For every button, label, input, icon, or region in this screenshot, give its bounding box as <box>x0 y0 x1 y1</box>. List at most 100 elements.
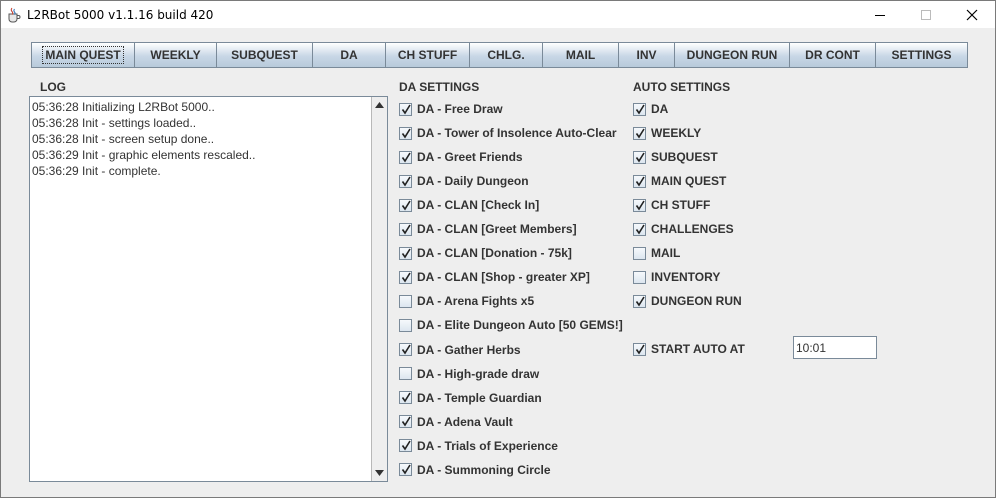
checkbox-box[interactable] <box>633 126 646 140</box>
tab-inv[interactable]: INV <box>619 43 675 67</box>
start-auto-time-input[interactable] <box>793 336 877 359</box>
da-setting-checkbox[interactable]: DA - CLAN [Donation - 75k] <box>399 245 572 261</box>
checkbox-box[interactable] <box>399 439 412 453</box>
da-setting-checkbox[interactable]: DA - CLAN [Shop - greater XP] <box>399 269 590 285</box>
da-setting-checkbox[interactable]: DA - Temple Guardian <box>399 390 542 406</box>
checkbox-box[interactable] <box>399 270 412 284</box>
checkbox-label: DA - Temple Guardian <box>417 390 542 405</box>
auto-setting-checkbox[interactable]: MAIN QUEST <box>633 173 726 189</box>
checkbox-label: DA - Arena Fights x5 <box>417 294 535 309</box>
checkbox-label: DA - Adena Vault <box>417 414 513 429</box>
auto-setting-checkbox[interactable]: MAIL <box>633 245 680 261</box>
checkbox-label: CH STUFF <box>651 198 711 212</box>
checkmark-icon <box>635 176 645 186</box>
tab-mail[interactable]: MAIL <box>543 43 619 67</box>
checkmark-icon <box>635 104 645 114</box>
checkbox-box[interactable] <box>399 318 412 332</box>
auto-setting-checkbox[interactable]: INVENTORY <box>633 269 720 285</box>
app-window: L2RBot 5000 v1.1.16 build 420 MAIN QUEST… <box>0 0 996 498</box>
checkbox-box[interactable] <box>633 246 646 260</box>
checkmark-icon <box>635 200 645 210</box>
checkbox-box[interactable] <box>399 391 412 405</box>
scroll-up-button[interactable] <box>372 97 387 113</box>
log-label: LOG <box>40 80 66 94</box>
checkbox-box[interactable] <box>399 102 412 116</box>
tab-weekly[interactable]: WEEKLY <box>135 43 217 67</box>
checkbox-box[interactable] <box>633 198 646 212</box>
da-setting-checkbox[interactable]: DA - High-grade draw <box>399 366 539 382</box>
checkbox-box[interactable] <box>633 222 646 236</box>
checkbox-box[interactable] <box>633 174 646 188</box>
da-setting-checkbox[interactable]: DA - Daily Dungeon <box>399 173 529 189</box>
auto-setting-checkbox[interactable]: SUBQUEST <box>633 149 718 165</box>
da-setting-checkbox[interactable]: DA - Arena Fights x5 <box>399 293 534 309</box>
java-cup-icon[interactable] <box>6 7 22 23</box>
checkbox-label: SUBQUEST <box>651 150 718 164</box>
da-setting-checkbox[interactable]: DA - Free Draw <box>399 101 503 117</box>
auto-setting-checkbox[interactable]: DUNGEON RUN <box>633 293 742 309</box>
checkmark-icon <box>401 104 411 114</box>
checkbox-box[interactable] <box>399 415 412 429</box>
tab-da[interactable]: DA <box>313 43 386 67</box>
da-setting-checkbox[interactable]: DA - Summoning Circle <box>399 462 551 478</box>
checkbox-box[interactable] <box>399 246 412 260</box>
checkbox-box[interactable] <box>399 222 412 236</box>
minimize-button[interactable] <box>857 1 903 28</box>
da-setting-checkbox[interactable]: DA - Elite Dungeon Auto [50 GEMS!] <box>399 317 623 333</box>
tab-ch-stuff[interactable]: CH STUFF <box>386 43 470 67</box>
checkbox-box[interactable] <box>633 294 646 308</box>
scroll-down-button[interactable] <box>372 465 387 481</box>
checkbox-box[interactable] <box>399 367 412 381</box>
checkmark-icon <box>401 392 411 403</box>
checkbox-box[interactable] <box>399 294 412 308</box>
tab-settings[interactable]: SETTINGS <box>876 43 967 67</box>
window-title: L2RBot 5000 v1.1.16 build 420 <box>27 7 214 22</box>
arrow-down-icon <box>375 470 384 476</box>
close-button[interactable] <box>949 1 995 28</box>
log-textarea[interactable]: 05:36:28 Initializing L2RBot 5000.. 05:36… <box>29 96 388 482</box>
checkbox-label: WEEKLY <box>651 126 702 140</box>
checkmark-icon <box>401 248 411 259</box>
checkbox-box[interactable] <box>399 174 412 188</box>
checkbox-box[interactable] <box>399 343 412 356</box>
checkbox-box[interactable] <box>399 198 412 212</box>
checkbox-box[interactable] <box>399 150 412 164</box>
tab-label: SETTINGS <box>891 48 952 62</box>
da-setting-checkbox[interactable]: DA - Gather Herbs <box>399 342 521 358</box>
da-setting-checkbox[interactable]: DA - Greet Friends <box>399 149 523 165</box>
checkmark-icon <box>401 128 411 138</box>
checkmark-icon <box>635 128 645 138</box>
checkbox-box[interactable] <box>633 102 646 116</box>
da-settings-title: DA SETTINGS <box>399 80 480 94</box>
checkmark-icon <box>635 344 645 354</box>
auto-setting-checkbox[interactable]: CH STUFF <box>633 197 710 213</box>
tab-dr-cont[interactable]: DR CONT <box>790 43 876 67</box>
tab-chlg[interactable]: CHLG. <box>470 43 543 67</box>
tab-dungeon-run[interactable]: DUNGEON RUN <box>675 43 790 67</box>
auto-setting-checkbox[interactable]: DA <box>633 101 668 117</box>
checkbox-box[interactable] <box>633 342 646 356</box>
tab-main-quest[interactable]: MAIN QUEST <box>32 43 135 67</box>
checkbox-box[interactable] <box>399 126 412 140</box>
checkbox-label: CHALLENGES <box>651 222 734 236</box>
checkbox-box[interactable] <box>399 463 412 477</box>
title-bar[interactable]: L2RBot 5000 v1.1.16 build 420 <box>1 1 995 28</box>
checkbox-box[interactable] <box>633 270 646 284</box>
auto-setting-checkbox[interactable]: CHALLENGES <box>633 221 734 237</box>
start-auto-checkbox[interactable]: START AUTO AT <box>633 341 745 357</box>
checkmark-icon <box>401 440 411 451</box>
checkmark-icon <box>401 152 411 163</box>
auto-setting-checkbox[interactable]: WEEKLY <box>633 125 701 141</box>
da-setting-checkbox[interactable]: DA - Tower of Insolence Auto-Clear <box>399 125 617 141</box>
tab-subquest[interactable]: SUBQUEST <box>217 43 313 67</box>
checkbox-label: DA - Free Draw <box>417 102 503 116</box>
maximize-button[interactable] <box>903 1 949 28</box>
log-line: 05:36:29 Init - complete. <box>32 164 161 178</box>
log-line: 05:36:28 Initializing L2RBot 5000.. <box>32 100 215 114</box>
da-setting-checkbox[interactable]: DA - Trials of Experience <box>399 438 558 454</box>
da-setting-checkbox[interactable]: DA - CLAN [Greet Members] <box>399 221 577 237</box>
log-scrollbar[interactable] <box>371 97 387 481</box>
checkbox-box[interactable] <box>633 150 646 164</box>
da-setting-checkbox[interactable]: DA - CLAN [Check In] <box>399 197 539 213</box>
da-setting-checkbox[interactable]: DA - Adena Vault <box>399 414 513 430</box>
